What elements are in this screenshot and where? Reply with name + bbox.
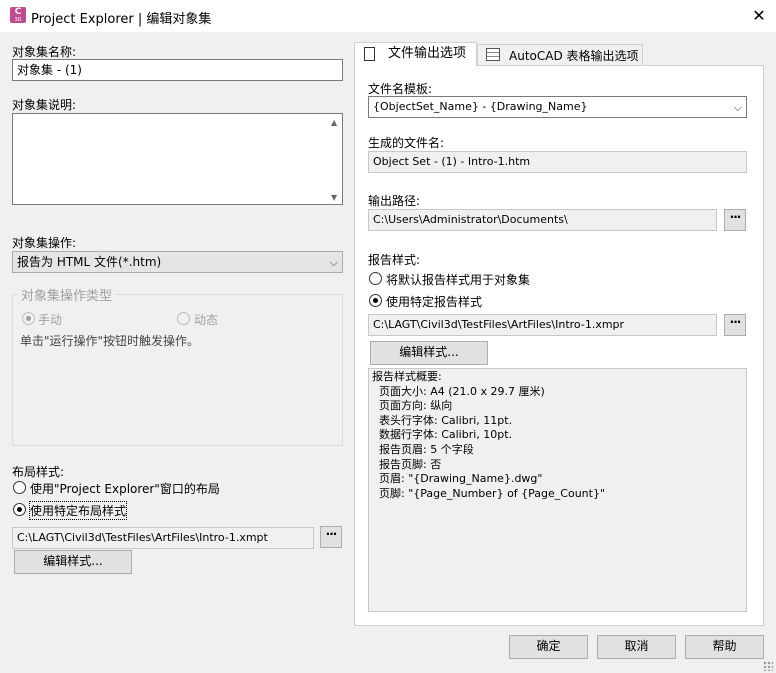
layout-style-path: C:\LAGT\Civil3d\TestFiles\ArtFiles\Intro… [12,527,314,549]
radio-default-report-style[interactable] [369,272,382,285]
chevron-down-icon: ⌵ [329,256,338,269]
help-button[interactable]: 帮助 [685,635,764,659]
summary-line: 报告页脚: 否 [372,457,442,471]
resize-grip-icon[interactable] [763,661,773,671]
radio-dynamic[interactable] [177,312,190,325]
browse-layout-button[interactable]: ··· [320,526,342,548]
radio-explorer-layout-label: 使用"Project Explorer"窗口的布局 [30,482,220,496]
tab-autocad-table-output[interactable]: AutoCAD 表格输出选项 [477,44,643,65]
generated-filename-value: Object Set - (1) - Intro-1.htm [368,151,747,173]
radio-specific-report-style-label: 使用特定报告样式 [386,295,483,309]
tab-autocad-table-label: AutoCAD 表格输出选项 [509,49,639,63]
scroll-down-arrow-icon[interactable]: ▼ [331,193,337,202]
tab-file-output-label: 文件输出选项 [388,46,467,61]
operation-hint-text: 单击"运行操作"按钮时触发操作。 [20,334,200,348]
filename-template-select[interactable]: {ObjectSet_Name} - {Drawing_Name} ⌵ [368,96,747,118]
object-set-name-label: 对象集名称: [12,45,77,59]
civil3d-app-icon: C 3D [10,7,26,23]
window-title: Project Explorer | 编辑对象集 [31,12,212,27]
ok-button[interactable]: 确定 [509,635,588,659]
summary-line: 表头行字体: Calibri, 11pt. [372,413,513,427]
summary-line: 页眉: "{Drawing_Name}.dwg" [372,472,543,486]
radio-specific-report-style[interactable] [369,294,382,307]
tab-file-output[interactable]: 文件输出选项 [354,42,477,66]
object-set-description-textarea[interactable] [12,113,343,205]
filename-template-value: {ObjectSet_Name} - {Drawing_Name} [373,100,588,113]
radio-dynamic-label: 动态 [194,313,219,327]
scroll-up-arrow-icon[interactable]: ▲ [331,118,337,127]
filename-template-label: 文件名模板: [368,82,433,96]
summary-line: 页面方向: 纵向 [372,399,453,413]
radio-explorer-layout[interactable] [13,481,26,494]
radio-default-report-style-label: 将默认报告样式用于对象集 [386,273,531,287]
summary-line: 报告样式概要: [372,370,442,383]
cancel-button[interactable]: 取消 [597,635,676,659]
radio-specific-layout[interactable] [13,503,26,516]
browse-report-style-button[interactable]: ··· [724,314,746,336]
report-style-label: 报告样式: [368,253,421,267]
edit-layout-style-button[interactable]: 编辑样式... [14,550,132,574]
summary-line: 报告页眉: 5 个字段 [372,442,474,456]
report-style-summary: 报告样式概要: 页面大小: A4 (21.0 x 29.7 厘米) 页面方向: … [368,368,747,612]
output-path-value: C:\Users\Administrator\Documents\ [368,209,717,231]
object-set-operation-label: 对象集操作: [12,236,77,250]
chevron-down-icon: ⌵ [733,101,742,114]
browse-output-path-button[interactable]: ··· [724,209,746,231]
document-icon [364,47,375,61]
generated-filename-label: 生成的文件名: [368,136,445,150]
operation-type-group-label: 对象集操作类型 [18,285,116,304]
layout-style-label: 布局样式: [12,465,65,479]
summary-line: 页面大小: A4 (21.0 x 29.7 厘米) [372,384,545,398]
radio-manual[interactable] [22,312,35,325]
radio-specific-layout-label: 使用特定布局样式 [28,501,128,520]
object-set-operation-select[interactable]: 报告为 HTML 文件(*.htm) ⌵ [12,251,343,273]
edit-report-style-button[interactable]: 编辑样式... [370,341,488,365]
table-icon [486,48,500,61]
summary-line: 页脚: "{Page_Number} of {Page_Count}" [372,486,606,500]
output-path-label: 输出路径: [368,194,421,208]
close-icon[interactable]: ✕ [744,4,774,28]
object-set-description-label: 对象集说明: [12,98,77,112]
object-set-name-input[interactable]: 对象集 - (1) [12,59,343,81]
report-style-path: C:\LAGT\Civil3d\TestFiles\ArtFiles\Intro… [368,314,717,336]
object-set-operation-value: 报告为 HTML 文件(*.htm) [17,255,162,269]
radio-manual-label: 手动 [38,313,63,327]
summary-line: 数据行字体: Calibri, 10pt. [372,428,513,442]
